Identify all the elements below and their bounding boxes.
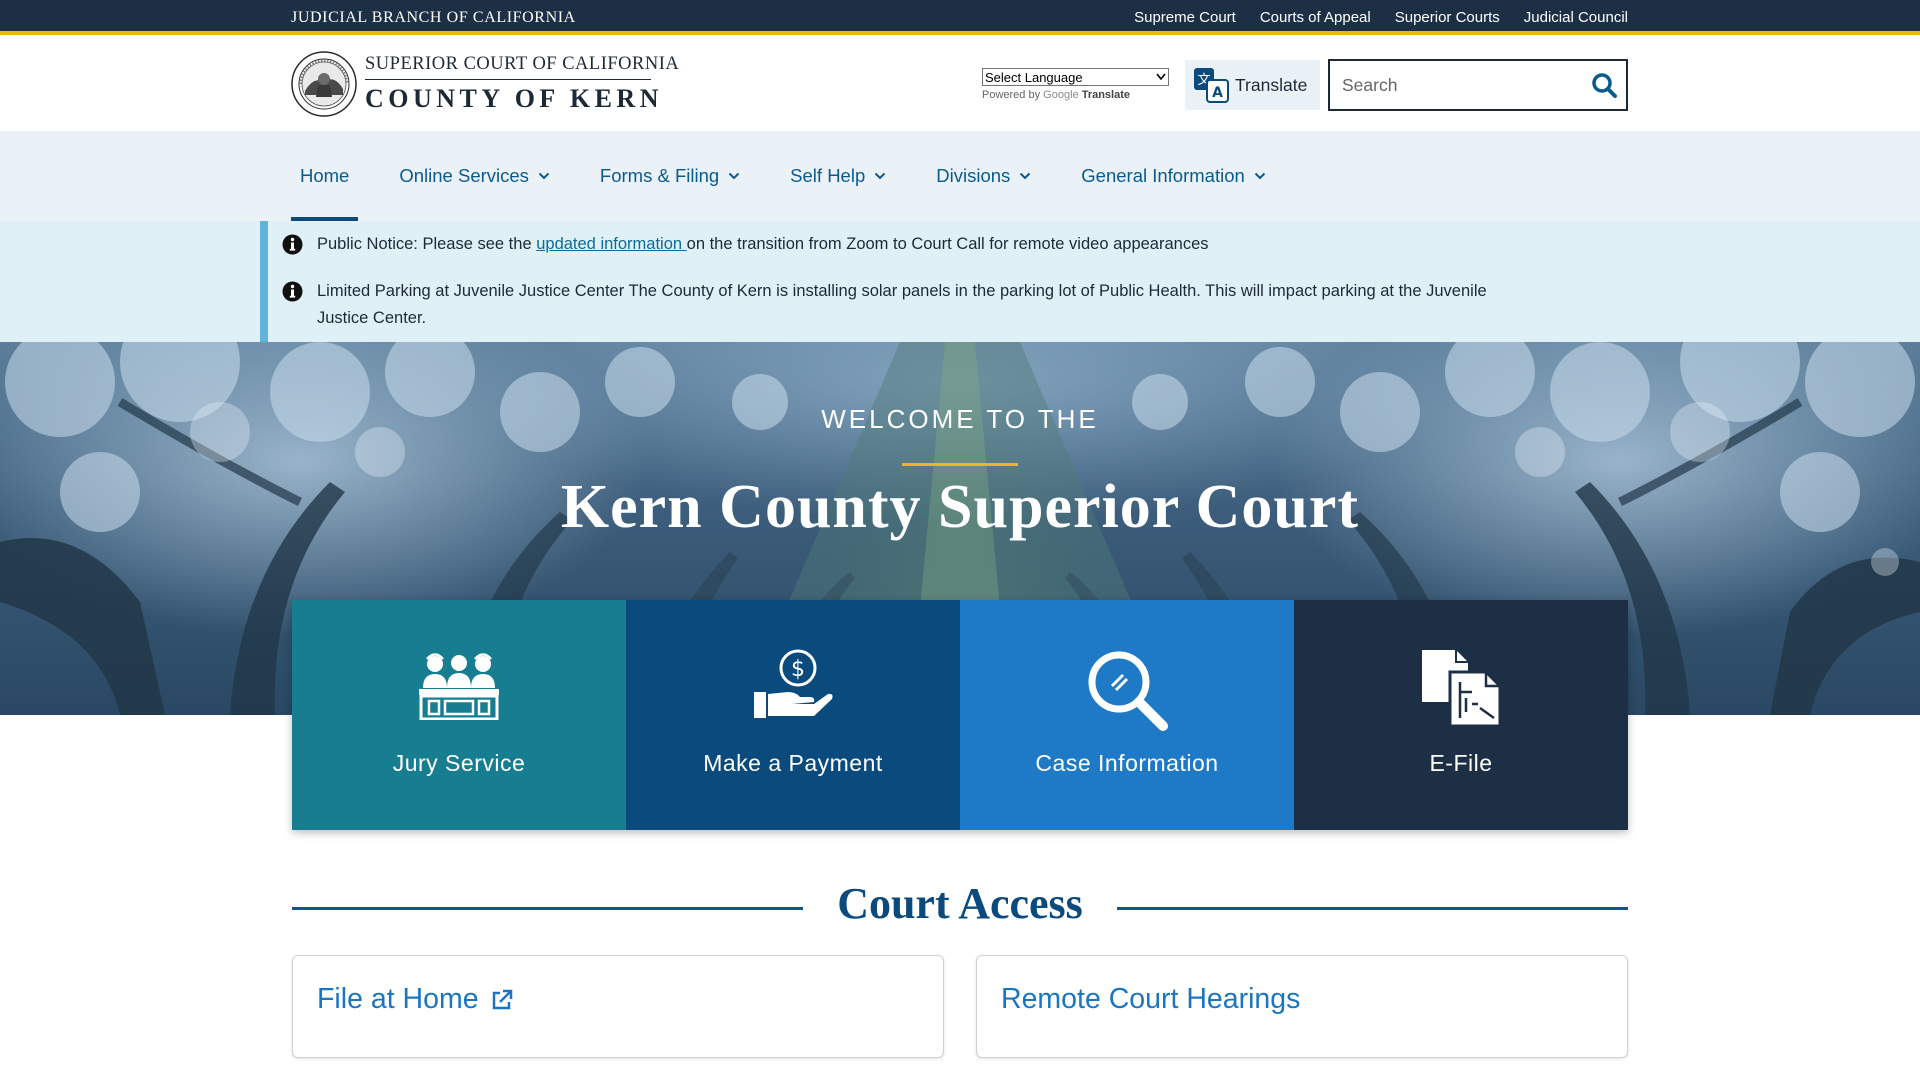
- nav-item-home[interactable]: Home: [291, 131, 359, 221]
- search-input[interactable]: [1330, 74, 1582, 96]
- utility-links: Supreme Court Courts of Appeal Superior …: [1134, 9, 1628, 26]
- google-translate-widget: Select Language Powered by Google Transl…: [982, 68, 1169, 101]
- nav-item-label: Home: [300, 165, 350, 186]
- nav-item-label: Online Services: [399, 165, 529, 186]
- external-link-icon: [492, 989, 512, 1009]
- search-box: [1328, 59, 1628, 111]
- jury-icon: [419, 653, 499, 720]
- nav-item-divisions[interactable]: Divisions: [927, 131, 1040, 221]
- tile-jury-service[interactable]: Jury Service: [292, 600, 626, 830]
- search-icon: [1592, 73, 1617, 98]
- nav-item-forms-filing[interactable]: Forms & Filing: [591, 131, 749, 221]
- site-header: SUPERIOR COURT OF CALIFORNIA COUNTY OF K…: [0, 35, 1920, 131]
- card-remote-court-hearings[interactable]: Remote Court Hearings: [976, 955, 1628, 1058]
- alert-text: Limited Parking at Juvenile Justice Cent…: [317, 282, 1487, 327]
- translate-icon: 文 A: [1194, 68, 1229, 103]
- alerts-banner: Public Notice: Please see the updated in…: [0, 221, 1920, 342]
- search-button[interactable]: [1582, 61, 1626, 109]
- language-select[interactable]: Select Language: [982, 68, 1169, 86]
- svg-text:A: A: [1212, 85, 1223, 101]
- updated-information-link[interactable]: updated information: [536, 235, 686, 253]
- hero-gold-divider: [902, 463, 1018, 466]
- alert-text-before: Public Notice: Please see the: [317, 235, 537, 253]
- translate-button[interactable]: 文 A Translate: [1185, 60, 1320, 110]
- tile-case-information[interactable]: Case Information: [960, 600, 1294, 830]
- chevron-down-icon: [1020, 172, 1031, 180]
- alert-text-after: on the transition from Zoom to Court Cal…: [686, 235, 1209, 253]
- link-courts-of-appeal[interactable]: Courts of Appeal: [1260, 9, 1371, 26]
- court-seal-icon: [291, 51, 357, 117]
- quick-links: Jury Service $ Make a Payment Case Infor…: [292, 600, 1628, 830]
- branch-title: JUDICIAL BRANCH OF CALIFORNIA: [291, 8, 576, 26]
- alert-accent-bar: [260, 221, 268, 342]
- nav-item-label: Forms & Filing: [599, 165, 720, 186]
- card-title: File at Home: [317, 983, 479, 1015]
- alert-text: Public Notice: Please see the updated in…: [317, 231, 1209, 258]
- tile-make-a-payment[interactable]: $ Make a Payment: [626, 600, 960, 830]
- tile-label: Case Information: [1035, 750, 1219, 776]
- google-translate-link[interactable]: Translate: [1082, 89, 1130, 101]
- info-icon: [282, 281, 303, 302]
- chevron-down-icon: [875, 172, 886, 180]
- alert-public-notice: Public Notice: Please see the updated in…: [282, 231, 1542, 258]
- magnifier-icon: [1088, 651, 1168, 731]
- card-title: Remote Court Hearings: [1001, 983, 1301, 1015]
- link-supreme-court[interactable]: Supreme Court: [1134, 9, 1236, 26]
- logo-divider: [365, 79, 651, 80]
- nav-item-label: Divisions: [936, 165, 1011, 186]
- payment-icon: $: [754, 649, 833, 718]
- tile-label: E-File: [1429, 750, 1493, 776]
- hero-welcome-text: WELCOME TO THE: [821, 404, 1099, 434]
- section-title: Court Access: [837, 879, 1083, 928]
- translate-label: Translate: [1235, 74, 1308, 95]
- chevron-down-icon: [538, 172, 550, 180]
- tile-label: Jury Service: [392, 750, 526, 776]
- logo-line-2: COUNTY OF KERN: [365, 84, 663, 113]
- link-judicial-council[interactable]: Judicial Council: [1524, 9, 1628, 26]
- court-access-heading: Court Access: [292, 878, 1628, 938]
- nav-item-label: Self Help: [790, 165, 866, 186]
- card-file-at-home[interactable]: File at Home: [292, 955, 944, 1058]
- google-wordmark: Google: [1043, 89, 1079, 101]
- chevron-down-icon: [728, 172, 740, 180]
- nav-item-general-information[interactable]: General Information: [1072, 131, 1275, 221]
- nav-item-label: General Information: [1081, 165, 1245, 186]
- chevron-down-icon: [1254, 172, 1266, 180]
- info-icon: [282, 234, 303, 255]
- select-arrow-icon: [1156, 73, 1166, 81]
- language-select-value: Select Language: [985, 69, 1083, 85]
- svg-text:$: $: [791, 657, 805, 682]
- nav-item-online-services[interactable]: Online Services: [390, 131, 559, 221]
- utility-bar: JUDICIAL BRANCH OF CALIFORNIA Supreme Co…: [0, 0, 1920, 35]
- link-superior-courts[interactable]: Superior Courts: [1395, 9, 1500, 26]
- efile-icon: [1422, 650, 1502, 728]
- main-nav: Home Online Services Forms & Filing Self…: [0, 131, 1920, 221]
- hero-title: Kern County Superior Court: [560, 473, 1360, 541]
- tile-label: Make a Payment: [703, 750, 883, 776]
- logo-line-1: SUPERIOR COURT OF CALIFORNIA: [365, 54, 680, 74]
- court-logo[interactable]: SUPERIOR COURT OF CALIFORNIA COUNTY OF K…: [291, 51, 679, 117]
- powered-by-google: Powered by Google Translate: [982, 89, 1169, 101]
- alert-limited-parking: Limited Parking at Juvenile Justice Cent…: [282, 278, 1542, 332]
- tile-e-file[interactable]: E-File: [1294, 600, 1628, 830]
- powered-by-text: Powered by: [982, 89, 1041, 101]
- nav-item-self-help[interactable]: Self Help: [781, 131, 895, 221]
